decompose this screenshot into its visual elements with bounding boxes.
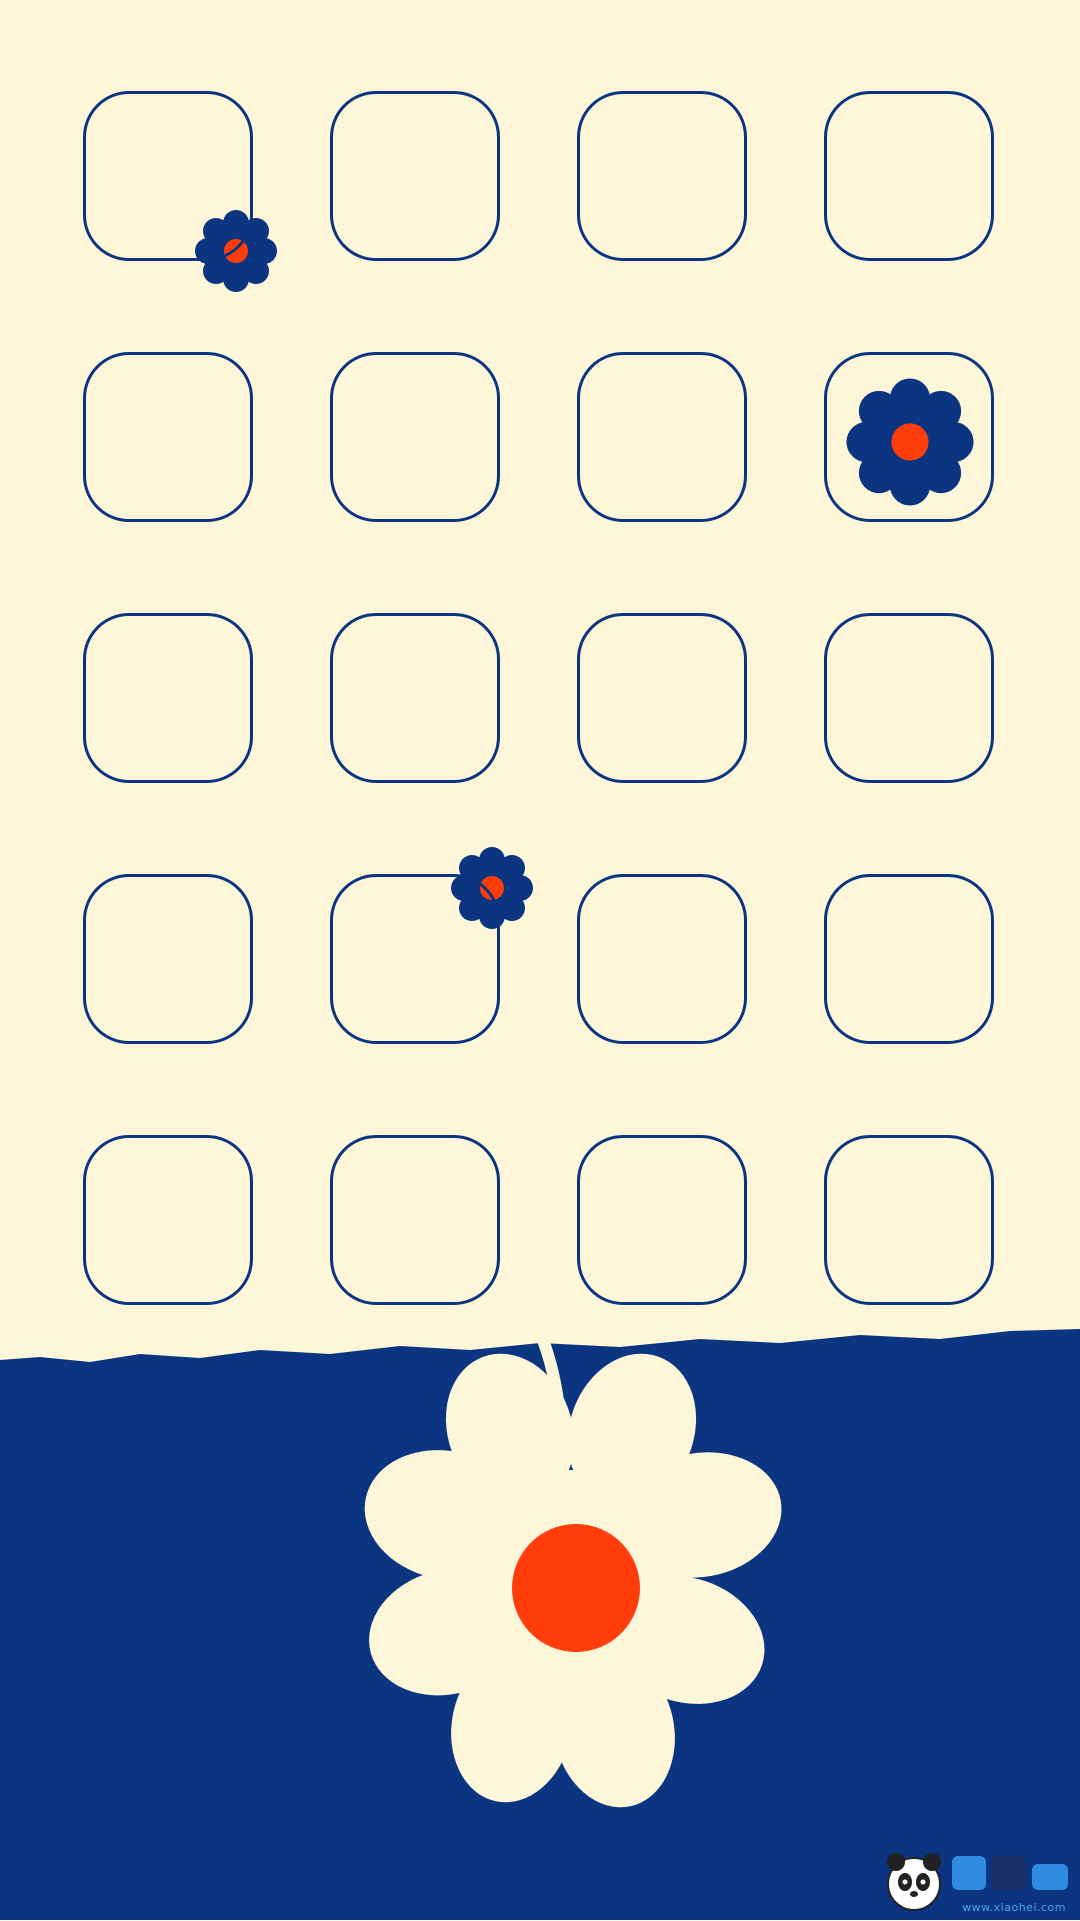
icon-slot[interactable] <box>824 352 994 522</box>
icon-slot[interactable] <box>330 613 500 783</box>
icon-slot[interactable] <box>577 1135 747 1305</box>
icon-slot[interactable] <box>330 1135 500 1305</box>
icon-slot[interactable] <box>824 91 994 261</box>
icon-slot[interactable] <box>83 613 253 783</box>
icon-slot[interactable] <box>83 1135 253 1305</box>
watermark: www.xiaohei.com <box>874 1846 1074 1916</box>
icon-slot[interactable] <box>330 91 500 261</box>
icon-slot[interactable] <box>83 874 253 1044</box>
icon-slot[interactable] <box>824 613 994 783</box>
large-daisy-center <box>512 1524 640 1652</box>
watermark-text: www.xiaohei.com <box>962 1901 1066 1914</box>
icon-slot[interactable] <box>83 352 253 522</box>
icon-slot[interactable] <box>824 874 994 1044</box>
icon-slot[interactable] <box>83 91 253 261</box>
icon-slot[interactable] <box>577 352 747 522</box>
icon-slot[interactable] <box>330 352 500 522</box>
icon-slot[interactable] <box>330 874 500 1044</box>
icon-slot[interactable] <box>577 874 747 1044</box>
icon-slot[interactable] <box>577 613 747 783</box>
icon-slot[interactable] <box>824 1135 994 1305</box>
icon-slot[interactable] <box>577 91 747 261</box>
